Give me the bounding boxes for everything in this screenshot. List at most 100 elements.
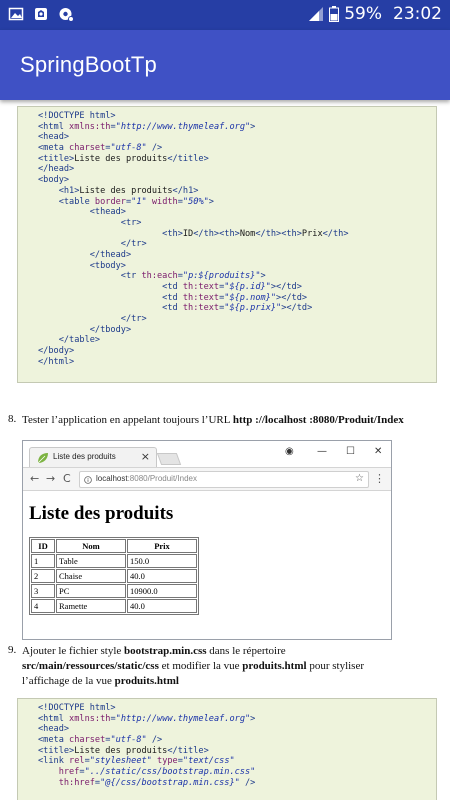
code-line: <td th:text="${p.id}"></td> [38, 282, 436, 293]
code-token: </thead> [38, 249, 132, 260]
page-heading: Liste des produits [29, 503, 174, 524]
code-token: "http://www.thymeleaf.org" [115, 713, 251, 724]
code-token: <td [38, 303, 183, 314]
table-cell: 10900.0 [127, 584, 197, 598]
code-token: "utf-8" [110, 143, 147, 154]
code-line: </tr> [38, 239, 436, 250]
code-token: <html [38, 121, 70, 132]
table-cell: 2 [31, 569, 55, 583]
table-cell: 40.0 [127, 599, 197, 613]
code-token: <body> [38, 175, 70, 186]
table-cell: 40.0 [127, 569, 197, 583]
step-url: http ://localhost :8080/Produit/Index [232, 414, 404, 426]
code-token: </th><th> [255, 228, 302, 239]
code-token: > [208, 196, 214, 207]
code-line: <body> [38, 175, 436, 186]
code-line: <th>ID</th><th>Nom</th><th>Prix</th> [38, 229, 436, 240]
text-run: et modifier la vue [158, 660, 243, 672]
code-token: "http://www.thymeleaf.org" [115, 121, 251, 132]
new-tab-button [156, 453, 182, 465]
table-row: 2 Chaise 40.0 [31, 569, 197, 583]
code-token: </html> [38, 356, 75, 367]
text-run: l’affichage de la vue [22, 675, 115, 687]
code-line: <tr> [38, 218, 436, 229]
code-token: ID [182, 228, 194, 239]
code-line: <h1>Liste des produits</h1> [38, 186, 436, 197]
code-token: "50%" [182, 196, 209, 207]
code-line: </tbody> [38, 325, 436, 336]
url-text: localhost:8080/Produit/Index [96, 474, 197, 483]
bookmark-star-icon: ☆ [355, 473, 364, 484]
code-line: <!DOCTYPE html> [38, 111, 436, 122]
code-line: <!DOCTYPE html> [38, 703, 436, 714]
code-token: <thead> [38, 207, 126, 218]
code-token: > [260, 271, 266, 282]
text-run: Ajouter le fichier style [22, 645, 125, 657]
code-token: ></td> [270, 282, 302, 292]
code-token: </h1> [172, 185, 199, 196]
code-block-html: <!DOCTYPE html> <html xmlns:th="http://ww… [17, 106, 437, 383]
code-line: </body> [38, 346, 436, 357]
code-token: "p:${produits}" [182, 271, 261, 282]
code-token: <table [38, 196, 95, 207]
code-token: > [250, 121, 256, 132]
url-field: localhost:8080/Produit/Index ☆ [79, 471, 369, 488]
document-content[interactable]: <!DOCTYPE html> <html xmlns:th="http://ww… [0, 100, 450, 800]
code-token: "1" [131, 196, 147, 207]
code-line: <td th:text="${p.prix}"></td> [38, 303, 436, 314]
minimize-icon: — [317, 446, 327, 457]
code-line: <title>Liste des produits</title> [38, 746, 436, 757]
code-token: /> [146, 735, 163, 746]
status-bar: 59% 23:02 [0, 0, 450, 30]
code-token: <meta [38, 143, 70, 154]
code-token: </tr> [38, 314, 147, 325]
code-token: </tr> [38, 239, 147, 250]
table-cell: 150.0 [127, 554, 197, 568]
account-icon: ◉ [285, 446, 294, 457]
text-run-bold: bootstrap.min.css [124, 645, 207, 657]
code-token: Liste des produits [74, 153, 168, 164]
table-cell: 4 [31, 599, 55, 613]
image-icon [8, 7, 24, 21]
table-cell: PC [56, 584, 126, 598]
signal-icon [309, 7, 324, 21]
code-token: </th> [322, 228, 349, 239]
code-token: <tr [38, 271, 142, 282]
table-row: 4 Ramette 40.0 [31, 599, 197, 613]
code-token: </title> [167, 153, 209, 164]
step-text: Ajouter le fichier style bootstrap.min.c… [22, 644, 442, 689]
url-host: localhost [96, 474, 128, 483]
code-line: </head> [38, 164, 436, 175]
settings-notification-icon [59, 8, 74, 22]
reload-icon: C [63, 472, 71, 485]
code-token: width [146, 196, 178, 207]
forward-icon: → [46, 472, 56, 485]
browser-tab-bar: Liste des produits × ◉ — ☐ ✕ [23, 441, 391, 467]
battery-percent: 59% [344, 4, 382, 24]
tab-close-icon: × [140, 450, 150, 463]
code-line: <link rel="stylesheet" type="text/css" [38, 756, 436, 767]
photo-app-icon [35, 8, 47, 20]
products-table: ID Nom Prix 1 Table 150.0 2 Chaise 40.0 3 PC 10900… [29, 537, 199, 615]
code-token: <th> [38, 228, 183, 239]
code-line: <tr th:each="p:${produits}"> [38, 271, 436, 282]
text-run-bold: produits.html [242, 660, 307, 672]
text-run-bold: src/main/ressources/static/css [22, 660, 159, 672]
code-line: <head> [38, 724, 436, 735]
code-token: <link [38, 756, 70, 767]
back-icon: ← [30, 472, 40, 485]
code-line: th:href="@{/css/bootstrap.min.css}" /> [38, 778, 436, 789]
code-token: Prix [301, 228, 323, 239]
code-line: <tbody> [38, 261, 436, 272]
code-token: Liste des produits [74, 745, 168, 756]
code-line: </html> [38, 357, 436, 368]
code-token: <title> [38, 153, 75, 164]
code-token: "@{/css/bootstrap.min.css}" [100, 777, 240, 788]
step-line-1: Ajouter le fichier style bootstrap.min.c… [22, 644, 442, 659]
code-token: th:each [141, 271, 178, 282]
code-token: href [38, 767, 80, 778]
table-cell: Chaise [56, 569, 126, 583]
code-line: <html xmlns:th="http://www.thymeleaf.org… [38, 714, 436, 725]
code-token: ></td> [276, 292, 308, 303]
code-token: "stylesheet" [89, 756, 152, 767]
